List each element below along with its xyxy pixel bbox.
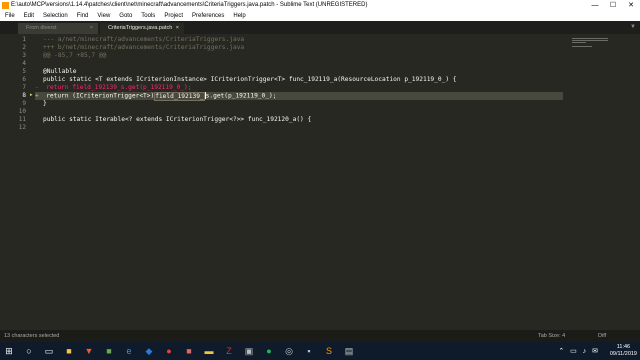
- code-text: return (ICriterionTrigger<T>): [46, 92, 155, 100]
- clock-date: 09/11/2019: [609, 351, 637, 357]
- file-explorer-icon[interactable]: ■: [63, 345, 75, 357]
- line-number: 1: [22, 36, 26, 43]
- filezilla-icon[interactable]: Z: [223, 345, 235, 357]
- line-number: 12: [18, 124, 26, 131]
- text-selection: field_192139_: [154, 91, 205, 101]
- line-number: 9: [22, 100, 26, 107]
- edge-icon[interactable]: e: [123, 345, 135, 357]
- tab-from-diverst[interactable]: From diverst ×: [18, 23, 98, 34]
- line-number: 4: [22, 60, 26, 67]
- code-line-removed: - return field_192139_s.get(p_192119_0_)…: [35, 84, 191, 92]
- code-line: @@ -85,7 +85,7 @@: [43, 52, 107, 59]
- menu-find[interactable]: Find: [72, 11, 93, 21]
- maximize-button[interactable]: ☐: [604, 0, 622, 11]
- code-line: @Nullable: [43, 68, 77, 76]
- selection-status: 13 characters selected: [4, 333, 60, 339]
- menu-help[interactable]: Help: [228, 11, 249, 21]
- line-number-gutter: 1 2 3 4 5 6 7 8 9 10 11 12 ▸: [0, 36, 40, 336]
- system-tray-icons[interactable]: ⌃ ▭ ♪ ✉: [558, 347, 600, 355]
- tab-label: CriteriaTriggers.java.patch: [108, 25, 173, 31]
- tab-size-selector[interactable]: Tab Size: 4: [538, 330, 565, 342]
- taskbar: ⊞ ○ ▭ ■ ▼ ■ e ◆ ● ■ ▬ Z ▣ ● ◎ ▪ S ▤ ⌃ ▭ …: [0, 342, 640, 360]
- menu-view[interactable]: View: [92, 11, 114, 21]
- minecraft-icon[interactable]: ■: [103, 345, 115, 357]
- menu-selection[interactable]: Selection: [38, 11, 72, 21]
- tab-label: From diverst: [26, 25, 57, 31]
- line-number: 2: [22, 44, 26, 51]
- brave-icon[interactable]: ▼: [83, 345, 95, 357]
- menu-preferences[interactable]: Preferences: [187, 11, 228, 21]
- minimize-button[interactable]: —: [586, 0, 604, 11]
- diff-plus: +: [35, 92, 39, 100]
- chrome-icon[interactable]: ●: [163, 345, 175, 357]
- sublime-logo-icon: [2, 2, 9, 9]
- steam-icon[interactable]: ◎: [283, 345, 295, 357]
- vscode-icon[interactable]: ◆: [143, 345, 155, 357]
- title-bar: E:\auto\MCP\versions\1.14.4\patches\clie…: [0, 0, 640, 11]
- sublime-icon[interactable]: S: [323, 345, 335, 357]
- code-line: --- a/net/minecraft/advancements/Criteri…: [43, 36, 245, 43]
- code-line: public static <T extends ICriterionInsta…: [43, 76, 457, 84]
- app-icon[interactable]: ■: [183, 345, 195, 357]
- menu-goto[interactable]: Goto: [114, 11, 136, 21]
- minimap[interactable]: [572, 38, 612, 48]
- tab-bar: From diverst × CriteriaTriggers.java.pat…: [0, 21, 640, 34]
- folder-icon[interactable]: ▬: [203, 345, 215, 357]
- clock[interactable]: 11:46 09/11/2019: [610, 344, 637, 358]
- code-text: public static <T extends ICriterionInsta…: [43, 76, 342, 83]
- menu-project[interactable]: Project: [159, 11, 187, 21]
- menu-tools[interactable]: Tools: [136, 11, 159, 21]
- code-line: }: [43, 100, 47, 107]
- notepad-icon[interactable]: ▤: [343, 345, 355, 357]
- modified-line-arrow-icon: ▸: [30, 92, 33, 98]
- menu-bar: File Edit Selection Find View Goto Tools…: [0, 11, 640, 21]
- line-number: 7: [22, 84, 26, 91]
- status-bar: 13 characters selected Tab Size: 4 Diff: [0, 330, 640, 342]
- line-number: 10: [18, 108, 26, 115]
- tab-list-dropdown-icon[interactable]: ▼: [630, 24, 636, 30]
- clock-time: 11:46: [616, 344, 631, 350]
- window-title: E:\auto\MCP\versions\1.14.4\patches\clie…: [11, 2, 368, 8]
- line-number-active: 8: [22, 92, 26, 99]
- code-text: return field_192139_s.get(p_192119_0_);: [46, 84, 192, 91]
- tab-close-icon[interactable]: ×: [90, 23, 93, 34]
- code-text: ResourceLocation p_192119_0_: [341, 76, 446, 83]
- tab-criteria-triggers[interactable]: CriteriaTriggers.java.patch ×: [100, 23, 184, 34]
- code-text: s.get(p_192119_0_);: [205, 92, 277, 100]
- code-text: ) {: [445, 76, 457, 83]
- code-line-added: + return (ICriterionTrigger<T>)field_192…: [35, 91, 563, 101]
- search-icon[interactable]: ○: [23, 345, 35, 357]
- code-line: +++ b/net/minecraft/advancements/Criteri…: [43, 44, 245, 51]
- menu-edit[interactable]: Edit: [19, 11, 38, 21]
- app-icon[interactable]: ▣: [243, 345, 255, 357]
- code-line: public static Iterable<? extends ICriter…: [43, 116, 312, 123]
- terminal-icon[interactable]: ▪: [303, 345, 315, 357]
- window-controls: — ☐ ✕: [586, 0, 640, 11]
- task-view-icon[interactable]: ▭: [43, 345, 55, 357]
- spotify-icon[interactable]: ●: [263, 345, 275, 357]
- diff-minus: -: [35, 84, 39, 91]
- windows-start-icon[interactable]: ⊞: [3, 345, 15, 357]
- annotation: @Nullable: [43, 68, 77, 75]
- syntax-selector[interactable]: Diff: [598, 330, 606, 342]
- close-button[interactable]: ✕: [622, 0, 640, 11]
- menu-file[interactable]: File: [0, 11, 19, 21]
- line-number: 11: [18, 116, 26, 123]
- line-number: 6: [22, 76, 26, 83]
- line-number: 3: [22, 52, 26, 59]
- line-number: 5: [22, 68, 26, 75]
- tab-close-icon[interactable]: ×: [176, 23, 179, 34]
- editor-text-area[interactable]: --- a/net/minecraft/advancements/Criteri…: [35, 36, 563, 123]
